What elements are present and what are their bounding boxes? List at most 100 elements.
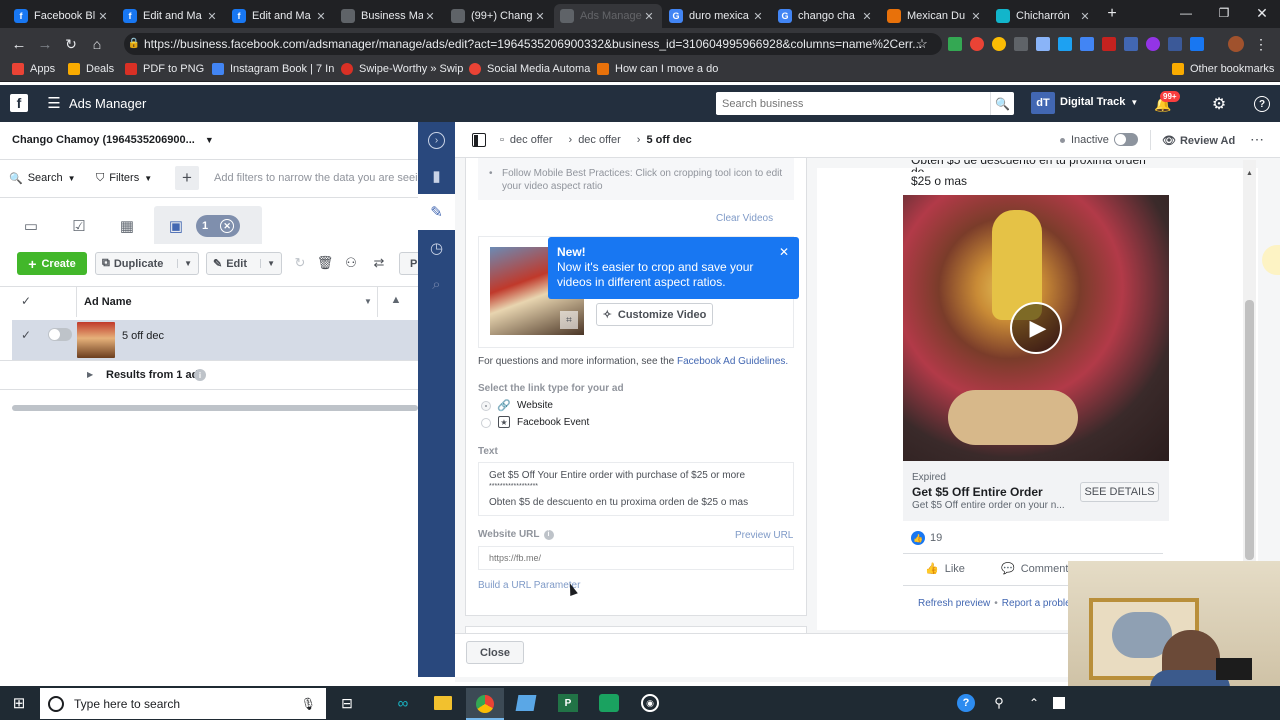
search-icon[interactable]: 🔍 [990, 92, 1014, 115]
close-tooltip-icon[interactable]: ✕ [777, 245, 791, 259]
browser-tab[interactable]: Gchango cha ✕ [772, 4, 880, 28]
people-icon[interactable]: ⚲ [990, 694, 1008, 712]
profile-avatar[interactable] [1228, 36, 1244, 52]
add-filter-icon[interactable]: + [175, 166, 199, 190]
forward-icon[interactable]: → [36, 35, 54, 53]
ads-tab-icon[interactable]: ▣ [162, 214, 190, 238]
task-view-icon[interactable]: ⊟ [338, 694, 356, 712]
extension-icon[interactable] [1080, 37, 1094, 51]
option-website[interactable]: Website [517, 400, 553, 411]
info-icon[interactable]: i [543, 529, 554, 540]
browser-tab[interactable]: f Edit and Ma ✕ [226, 4, 334, 28]
bookmark-how-can-i[interactable]: How can I move a do [597, 63, 718, 75]
adsets-tab-icon[interactable]: ☑ [64, 214, 94, 238]
facebook-logo-icon[interactable]: f [10, 94, 28, 112]
panel-toggle-icon[interactable] [472, 133, 486, 147]
customize-video-button[interactable]: ✧ Customize Video [596, 303, 713, 326]
cut-off-button[interactable]: P [399, 252, 418, 275]
close-tab-icon[interactable]: ✕ [533, 10, 547, 23]
close-tab-icon[interactable]: ✕ [96, 10, 110, 23]
breadcrumb-campaign[interactable]: dec offer [510, 134, 553, 146]
browser-tab[interactable]: f Facebook Bl ✕ [8, 4, 116, 28]
home-icon[interactable]: ⌂ [88, 35, 106, 53]
website-url-input[interactable] [478, 546, 794, 570]
close-tab-icon[interactable]: ✕ [642, 10, 656, 23]
bookmark-social-media[interactable]: Social Media Automa [469, 63, 590, 75]
like-button[interactable]: 👍 Like [925, 562, 965, 576]
bookmark-deals[interactable]: Deals [68, 63, 114, 75]
close-tab-icon[interactable]: ✕ [860, 10, 874, 23]
clear-videos-link[interactable]: Clear Videos [716, 213, 773, 224]
obs-icon[interactable]: ◉ [641, 694, 659, 712]
project-icon[interactable]: P [558, 694, 578, 712]
maximize-icon[interactable]: ❐ [1212, 4, 1236, 22]
browser-tab[interactable]: Ads Manager ✕ [554, 4, 662, 28]
like-count[interactable]: 19 [930, 532, 942, 544]
hamburger-menu-icon[interactable]: ☰ [46, 94, 62, 112]
clock-icon[interactable]: ◷ [418, 230, 455, 266]
extension-icon[interactable] [1036, 37, 1050, 51]
close-tab-icon[interactable]: ✕ [423, 10, 437, 23]
url-input[interactable]: 🔒 https://business.facebook.com/adsmanag… [124, 33, 942, 55]
browser-tab[interactable]: f Edit and Ma ✕ [117, 4, 225, 28]
windows-start-icon[interactable]: ⊞ [10, 694, 28, 712]
ad-toggle[interactable] [48, 328, 72, 341]
microphone-icon[interactable]: 🎙 [301, 697, 316, 711]
duplicate-button[interactable]: ⧉ Duplicate ▼ [95, 252, 199, 275]
search-filter-button[interactable]: 🔍 Search ▼ [9, 167, 75, 189]
account-avatar[interactable]: dT [1031, 92, 1055, 114]
browser-tab[interactable]: Mexican Du ✕ [881, 4, 989, 28]
grid-tab-icon[interactable]: ▦ [112, 214, 142, 238]
radio-website[interactable] [481, 401, 491, 411]
play-icon[interactable]: ▶ [1010, 302, 1062, 354]
file-explorer-icon[interactable] [434, 696, 452, 710]
account-selector[interactable]: Chango Chamoy (1964535206900... ▼ [12, 130, 214, 150]
table-row[interactable] [12, 320, 418, 360]
status-toggle[interactable] [1114, 133, 1138, 146]
ad-name-cell[interactable]: 5 off dec [122, 330, 164, 342]
see-details-button[interactable]: SEE DETAILS [1080, 482, 1159, 502]
guidelines-link[interactable]: Facebook Ad Guidelines. [677, 356, 788, 367]
browser-menu-icon[interactable]: ⋮ [1254, 36, 1268, 52]
build-url-parameter-link[interactable]: Build a URL Parameter [478, 580, 580, 591]
gear-icon[interactable]: ⚙ [1210, 95, 1228, 113]
campaigns-tab-icon[interactable]: ▭ [16, 214, 46, 238]
browser-tab[interactable]: Business Ma ✕ [335, 4, 443, 28]
reload-icon[interactable]: ↻ [62, 35, 80, 53]
option-event[interactable]: Facebook Event [517, 417, 589, 428]
close-tab-icon[interactable]: ✕ [1078, 10, 1092, 23]
browser-tab[interactable]: (99+) Chang ✕ [445, 4, 553, 28]
create-button[interactable]: + Create [17, 252, 87, 275]
info-icon[interactable]: i [194, 369, 206, 381]
youtube-icon[interactable] [1102, 37, 1116, 51]
extension-icon[interactable] [1146, 37, 1160, 51]
twitter-icon[interactable] [1058, 37, 1072, 51]
extension-icon[interactable] [1014, 37, 1028, 51]
breadcrumb-adset[interactable]: dec offer [578, 134, 621, 146]
bookmark-apps[interactable]: Apps [12, 63, 55, 75]
infinity-app-icon[interactable]: ∞ [393, 694, 413, 712]
business-search-input[interactable] [716, 93, 990, 114]
bookmark-pdf-to-png[interactable]: PDF to PNG [125, 63, 204, 75]
bookmark-star-icon[interactable]: ☆ [914, 36, 930, 52]
browser-tab[interactable]: Gduro mexica ✕ [663, 4, 771, 28]
close-tab-icon[interactable]: ✕ [314, 10, 328, 23]
facebook-icon[interactable] [1190, 37, 1204, 51]
refresh-preview-link[interactable]: Refresh preview [918, 598, 990, 609]
close-tab-icon[interactable]: ✕ [205, 10, 219, 23]
bookmark-other[interactable]: Other bookmarks [1172, 63, 1274, 75]
trash-icon[interactable]: 🗑 [317, 255, 334, 271]
back-icon[interactable]: ← [10, 35, 28, 53]
tray-app-icon[interactable] [1053, 697, 1065, 709]
chrome-icon[interactable] [476, 695, 494, 713]
filter-placeholder[interactable]: Add filters to narrow the data you are s… [214, 172, 418, 184]
help-icon[interactable]: ? [1254, 96, 1270, 112]
extension-icon[interactable] [1124, 37, 1138, 51]
new-tab-icon[interactable]: + [1101, 4, 1123, 24]
edit-button[interactable]: ✎ Edit ▼ [206, 252, 282, 275]
pencil-icon[interactable]: ✎ [418, 194, 455, 230]
zoom-icon[interactable]: ⌕ [418, 266, 455, 302]
ab-test-icon[interactable]: ⚇ [343, 255, 359, 271]
sort-chevron-icon[interactable]: ▼ [364, 297, 372, 306]
select-all-checkbox[interactable]: ✓ [19, 294, 33, 308]
